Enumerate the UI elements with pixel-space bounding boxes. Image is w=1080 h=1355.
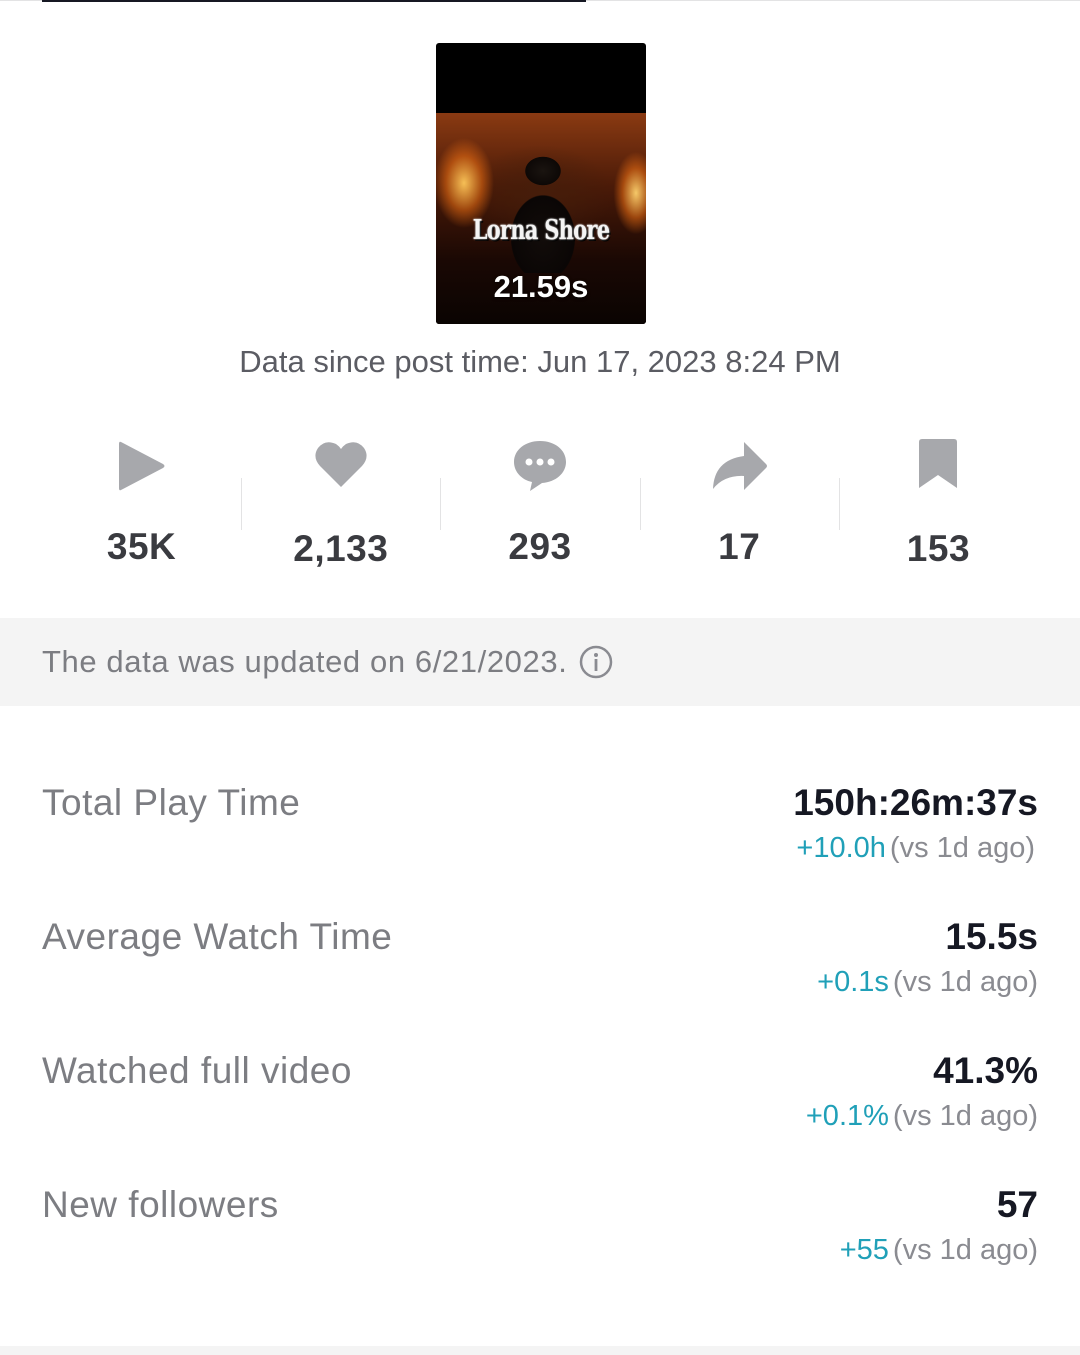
comment-icon (510, 436, 570, 496)
stat-views: 35K (42, 430, 241, 570)
metric-new-followers: New followers 57 +55 (vs 1d ago) (42, 1184, 1038, 1294)
shares-count: 17 (718, 526, 761, 567)
stat-likes: 2,133 (241, 430, 440, 570)
stat-saves: 153 (838, 430, 1038, 570)
thumbnail-figure (508, 153, 578, 273)
metric-total-play-time: Total Play Time 150h:26m:37s +10.0h (vs 1… (42, 782, 1038, 892)
metric-value: 41.3% (933, 1050, 1038, 1091)
metric-value: 15.5s (945, 916, 1038, 957)
video-thumbnail[interactable]: Lorna Shore 21.59s (436, 43, 646, 324)
metric-watched-full-video: Watched full video 41.3% +0.1% (vs 1d ago… (42, 1050, 1038, 1160)
metric-delta: +0.1s (817, 966, 889, 998)
metric-delta: +55 (839, 1234, 889, 1266)
stat-comments: 293 (440, 430, 639, 570)
metric-change: +0.1% (vs 1d ago) (806, 1100, 1038, 1133)
metric-change: +10.0h (vs 1d ago) (796, 832, 1035, 865)
post-time-text: Data since post time: Jun 17, 2023 8:24 … (239, 344, 841, 379)
metric-compare: (vs 1d ago) (892, 1234, 1038, 1266)
saves-count: 153 (906, 528, 971, 569)
metric-delta: +10.0h (796, 832, 886, 864)
comments-count: 293 (508, 526, 572, 567)
engagement-stats-row: 35K 2,133 293 17 153 (42, 430, 1038, 570)
metric-compare: (vs 1d ago) (892, 966, 1038, 998)
metric-value: 57 (996, 1184, 1038, 1225)
section-divider (0, 1346, 1080, 1355)
metric-label: Total Play Time (42, 782, 301, 823)
data-update-banner: The data was updated on 6/21/2023. (0, 618, 1080, 706)
video-analytics-page: Lorna Shore 21.59s Data since post time:… (0, 0, 1080, 1355)
active-tab-indicator (42, 0, 586, 2)
video-duration: 21.59s (493, 269, 589, 304)
data-update-text: The data was updated on 6/21/2023. (42, 644, 568, 679)
stat-shares: 17 (639, 430, 839, 570)
metric-delta: +0.1% (805, 1100, 889, 1132)
metric-average-watch-time: Average Watch Time 15.5s +0.1s (vs 1d ago… (42, 916, 1038, 1026)
metric-compare: (vs 1d ago) (892, 1100, 1038, 1132)
metric-change: +55 (vs 1d ago) (840, 1234, 1038, 1267)
metric-change: +0.1s (vs 1d ago) (817, 966, 1038, 999)
metric-value: 150h:26m:37s (793, 782, 1038, 823)
views-count: 35K (106, 526, 177, 567)
metric-label: New followers (42, 1184, 279, 1225)
heart-icon (311, 436, 371, 492)
likes-count: 2,133 (293, 528, 389, 569)
metric-label: Average Watch Time (42, 916, 393, 957)
thumbnail-band-logo: Lorna Shore (472, 215, 611, 246)
metric-label: Watched full video (42, 1050, 352, 1091)
bookmark-icon (908, 436, 968, 492)
share-icon (709, 436, 769, 496)
info-icon[interactable] (579, 645, 613, 679)
play-icon (112, 436, 172, 496)
metric-compare: (vs 1d ago) (889, 832, 1035, 864)
